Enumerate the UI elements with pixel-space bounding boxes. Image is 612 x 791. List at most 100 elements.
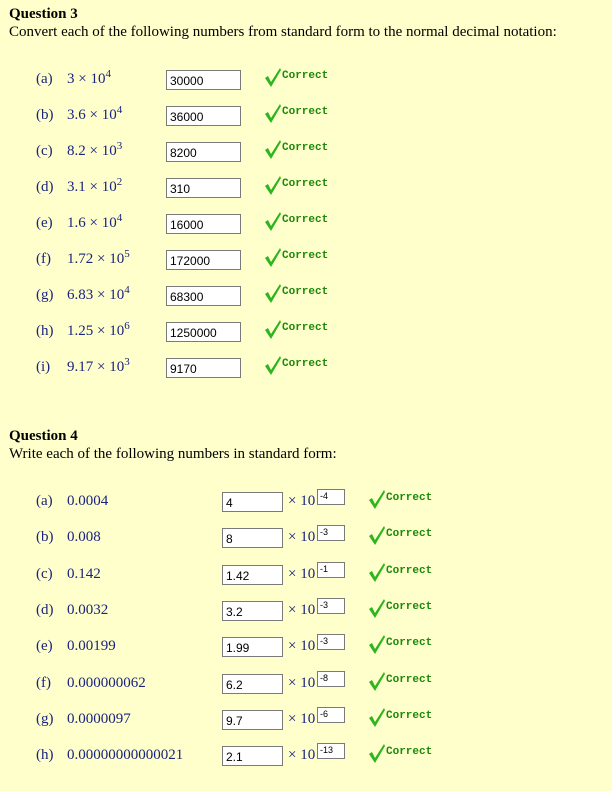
question-4-title: Question 4 — [9, 428, 78, 444]
q3-item-d: (d) 3.1 × 102 310 Correct — [0, 176, 612, 200]
decimal-number: 0.0000097 — [67, 711, 131, 727]
times-ten-label: × 10 — [288, 711, 316, 727]
mantissa-input[interactable]: 4 — [222, 492, 283, 512]
times-ten-label: × 10 — [288, 675, 316, 691]
item-label: (a) — [36, 71, 53, 87]
decimal-number: 0.00199 — [67, 638, 116, 654]
q3-item-e: (e) 1.6 × 104 16000 Correct — [0, 212, 612, 236]
answer-input[interactable]: 1250000 — [166, 322, 241, 342]
feedback-text: Correct — [386, 710, 433, 722]
decimal-number: 0.000000062 — [67, 675, 146, 691]
item-label: (e) — [36, 215, 53, 231]
times-ten-label: × 10 — [288, 602, 316, 618]
q4-item-c: (c) 0.142 1.42 × 10 -1 Correct — [0, 562, 612, 587]
q4-item-a: (a) 0.0004 4 × 10 -4 Correct — [0, 489, 612, 514]
times-ten-label: × 10 — [288, 638, 316, 654]
standard-form-expression: 9.17 × 103 — [67, 356, 130, 376]
q4-item-d: (d) 0.0032 3.2 × 10 -3 Correct — [0, 598, 612, 623]
feedback-text: Correct — [282, 286, 329, 298]
mantissa-input[interactable]: 2.1 — [222, 746, 283, 766]
exponent-input[interactable]: -6 — [317, 707, 345, 723]
q3-item-i: (i) 9.17 × 103 9170 Correct — [0, 356, 612, 380]
standard-form-expression: 1.72 × 105 — [67, 248, 130, 268]
check-mark-icon — [265, 140, 281, 159]
q3-item-b: (b) 3.6 × 104 36000 Correct — [0, 104, 612, 128]
exponent-input[interactable]: -3 — [317, 634, 345, 650]
decimal-number: 0.008 — [67, 529, 101, 545]
answer-input[interactable]: 16000 — [166, 214, 241, 234]
decimal-number: 0.142 — [67, 566, 101, 582]
check-mark-icon — [265, 356, 281, 375]
feedback-text: Correct — [386, 601, 433, 613]
answer-input[interactable]: 172000 — [166, 250, 241, 270]
feedback-text: Correct — [282, 214, 329, 226]
standard-form-expression: 3.6 × 104 — [67, 104, 123, 124]
q3-item-g: (g) 6.83 × 104 68300 Correct — [0, 284, 612, 308]
standard-form-expression: 1.25 × 106 — [67, 320, 130, 340]
item-label: (d) — [36, 602, 54, 618]
check-mark-icon — [265, 212, 281, 231]
mantissa-input[interactable]: 1.42 — [222, 565, 283, 585]
exponent-input[interactable]: -13 — [317, 743, 345, 759]
answer-input[interactable]: 310 — [166, 178, 241, 198]
item-label: (f) — [36, 675, 51, 691]
feedback-text: Correct — [282, 322, 329, 334]
item-label: (b) — [36, 529, 54, 545]
item-label: (a) — [36, 493, 53, 509]
check-mark-icon — [369, 599, 385, 618]
mantissa-input[interactable]: 9.7 — [222, 710, 283, 730]
check-mark-icon — [265, 176, 281, 195]
question-4-instruction: Write each of the following numbers in s… — [9, 446, 337, 462]
mantissa-input[interactable]: 6.2 — [222, 674, 283, 694]
exponent-input[interactable]: -3 — [317, 525, 345, 541]
item-label: (h) — [36, 323, 54, 339]
q4-item-b: (b) 0.008 8 × 10 -3 Correct — [0, 525, 612, 550]
item-label: (b) — [36, 107, 54, 123]
feedback-text: Correct — [386, 674, 433, 686]
check-mark-icon — [265, 104, 281, 123]
feedback-text: Correct — [386, 637, 433, 649]
check-mark-icon — [369, 635, 385, 654]
times-ten-label: × 10 — [288, 566, 316, 582]
times-ten-label: × 10 — [288, 493, 316, 509]
check-mark-icon — [369, 526, 385, 545]
q3-item-f: (f) 1.72 × 105 172000 Correct — [0, 248, 612, 272]
item-label: (d) — [36, 179, 54, 195]
answer-input[interactable]: 8200 — [166, 142, 241, 162]
answer-input[interactable]: 9170 — [166, 358, 241, 378]
q3-item-c: (c) 8.2 × 103 8200 Correct — [0, 140, 612, 164]
check-mark-icon — [369, 708, 385, 727]
item-label: (e) — [36, 638, 53, 654]
standard-form-expression: 8.2 × 103 — [67, 140, 123, 160]
decimal-number: 0.0032 — [67, 602, 109, 618]
feedback-text: Correct — [282, 250, 329, 262]
decimal-number: 0.00000000000021 — [67, 747, 184, 763]
times-ten-label: × 10 — [288, 747, 316, 763]
check-mark-icon — [369, 672, 385, 691]
exponent-input[interactable]: -8 — [317, 671, 345, 687]
question-3-title: Question 3 — [9, 6, 78, 22]
feedback-text: Correct — [386, 492, 433, 504]
check-mark-icon — [265, 248, 281, 267]
exponent-input[interactable]: -4 — [317, 489, 345, 505]
standard-form-expression: 1.6 × 104 — [67, 212, 123, 232]
standard-form-expression: 6.83 × 104 — [67, 284, 130, 304]
answer-input[interactable]: 30000 — [166, 70, 241, 90]
mantissa-input[interactable]: 3.2 — [222, 601, 283, 621]
mantissa-input[interactable]: 1.99 — [222, 637, 283, 657]
check-mark-icon — [369, 490, 385, 509]
answer-input[interactable]: 36000 — [166, 106, 241, 126]
decimal-number: 0.0004 — [67, 493, 109, 509]
item-label: (c) — [36, 143, 53, 159]
standard-form-expression: 3.1 × 102 — [67, 176, 123, 196]
item-label: (h) — [36, 747, 54, 763]
answer-input[interactable]: 68300 — [166, 286, 241, 306]
check-mark-icon — [369, 563, 385, 582]
exponent-input[interactable]: -3 — [317, 598, 345, 614]
item-label: (c) — [36, 566, 53, 582]
feedback-text: Correct — [282, 358, 329, 370]
mantissa-input[interactable]: 8 — [222, 528, 283, 548]
feedback-text: Correct — [282, 70, 329, 82]
exponent-input[interactable]: -1 — [317, 562, 345, 578]
check-mark-icon — [265, 284, 281, 303]
